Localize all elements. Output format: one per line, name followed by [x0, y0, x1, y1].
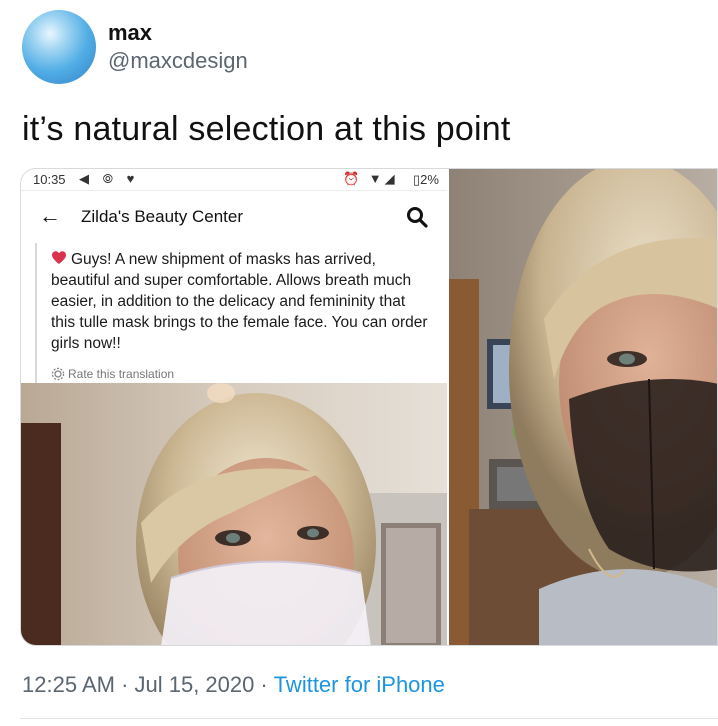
battery-level: ▯2% — [413, 172, 439, 187]
post-body: Guys! A new shipment of masks has arrive… — [51, 249, 431, 354]
avatar[interactable] — [22, 10, 96, 84]
status-time: 10:35 — [33, 172, 66, 187]
tweet-text: it’s natural selection at this point — [22, 110, 511, 148]
meta-separator: · — [260, 672, 268, 697]
tweet-meta: 12:25 AM · Jul 15, 2020 · Twitter for iPho… — [22, 672, 445, 698]
media-image-mesh-mask[interactable] — [449, 169, 718, 646]
tweet: max @maxcdesign it’s natural selection a… — [0, 0, 718, 726]
timestamp[interactable]: 12:25 AM · Jul 15, 2020 — [22, 672, 254, 697]
divider — [20, 718, 718, 719]
status-bar: 10:35 ◀ ⦾ ♥ ⏰ ▼◢ ▯2% — [21, 169, 447, 191]
notification-icons: ◀ ⦾ ♥ — [79, 171, 140, 186]
post: Guys! A new shipment of masks has arrive… — [35, 243, 447, 383]
page-title: Zilda's Beauty Center — [81, 207, 243, 226]
system-icons: ⏰ ▼◢ — [343, 171, 398, 186]
post-text: Guys! A new shipment of masks has arrive… — [51, 251, 428, 352]
media-image-phone-screenshot[interactable]: 10:35 ◀ ⦾ ♥ ⏰ ▼◢ ▯2% ← Zilda's Beauty Ce… — [21, 169, 447, 645]
user-handle[interactable]: @maxcdesign — [108, 48, 248, 74]
search-icon[interactable] — [405, 205, 429, 229]
source-link[interactable]: Twitter for iPhone — [274, 672, 445, 697]
gear-icon — [51, 367, 65, 381]
heart-icon — [52, 251, 66, 264]
media-grid: 10:35 ◀ ⦾ ♥ ⏰ ▼◢ ▯2% ← Zilda's Beauty Ce… — [20, 168, 718, 646]
rate-translation-label: Rate this translation — [68, 367, 175, 381]
arrow-left-icon[interactable]: ← — [39, 203, 61, 229]
app-bar: ← Zilda's Beauty Center — [21, 191, 447, 243]
rate-translation[interactable]: Rate this translation — [51, 367, 174, 381]
selfie-photo — [21, 383, 447, 645]
display-name[interactable]: max — [108, 20, 152, 46]
